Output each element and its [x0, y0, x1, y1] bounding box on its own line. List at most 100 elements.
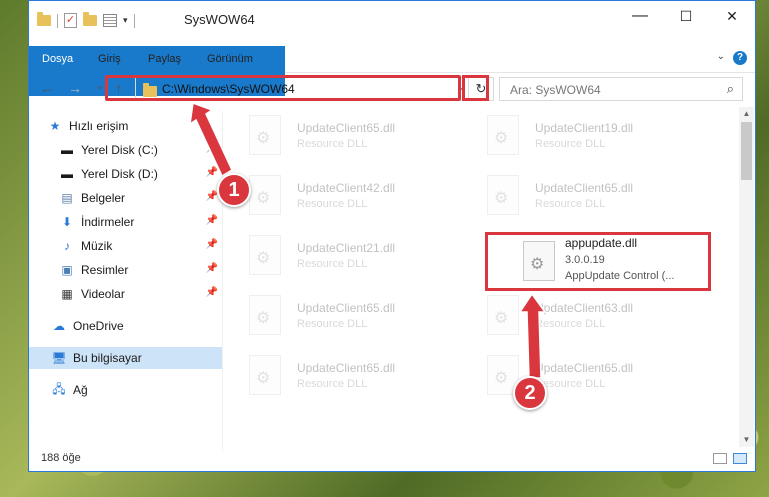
file-name: UpdateClient21.dll	[297, 241, 396, 255]
pin-icon[interactable]: 📌	[206, 143, 218, 154]
back-button[interactable]: ←	[40, 80, 54, 96]
sidebar-item-downloads[interactable]: ⬇ İndirmeler 📌	[59, 211, 222, 233]
up-button[interactable]: ↑	[115, 80, 122, 96]
file-description: Resource DLL	[297, 318, 368, 330]
file-item[interactable]: UpdateClient42.dll Resource DLL	[225, 171, 455, 221]
network-icon: 🖧	[52, 381, 66, 396]
pin-icon[interactable]: 📌	[206, 167, 218, 178]
file-description: Resource DLL	[535, 198, 606, 210]
sidebar-item-pictures[interactable]: ▣ Resimler 📌	[59, 259, 222, 281]
sidebar-item-label: İndirmeler	[81, 215, 135, 229]
tab-home[interactable]: Giriş	[86, 46, 133, 72]
cloud-icon: ☁	[53, 319, 65, 333]
pin-icon[interactable]: 📌	[206, 239, 218, 250]
quick-access-toolbar: ✓ ▾	[37, 12, 135, 28]
folder-icon	[143, 83, 157, 97]
window-title: SysWOW64	[184, 12, 255, 27]
file-name: UpdateClient63.dll	[535, 301, 634, 315]
address-bar[interactable]: C:\Windows\SysWOW64 ⌄ ↻	[135, 77, 494, 101]
close-button[interactable]: ✕	[709, 1, 755, 31]
file-name: UpdateClient65.dll	[535, 361, 634, 375]
window-controls: — ☐ ✕	[617, 1, 755, 31]
file-item[interactable]: UpdateClient65.dll Resource DLL	[225, 351, 455, 401]
recent-locations-chevron-icon[interactable]: ⌄	[95, 79, 104, 92]
file-list: UpdateClient65.dll Resource DLL UpdateCl…	[225, 107, 739, 447]
file-description: Resource DLL	[535, 138, 606, 150]
dll-file-icon	[487, 175, 519, 215]
search-icon[interactable]: ⌕	[727, 81, 734, 97]
pictures-icon: ▣	[61, 263, 73, 277]
file-description: AppUpdate Control (...	[565, 270, 675, 282]
minimize-button[interactable]: —	[617, 1, 663, 31]
file-name: UpdateClient65.dll	[297, 361, 396, 375]
help-icon[interactable]: ?	[733, 51, 747, 65]
sidebar-item-label: Yerel Disk (D:)	[81, 167, 158, 181]
sidebar-item-documents[interactable]: ▤ Belgeler 📌	[59, 187, 222, 209]
tab-share[interactable]: Paylaş	[136, 46, 193, 72]
documents-icon: ▤	[61, 191, 73, 205]
search-box[interactable]: Ara: SysWOW64 ⌕	[499, 77, 743, 101]
pin-icon[interactable]: 📌	[206, 191, 218, 202]
scroll-down-icon[interactable]: ▼	[739, 433, 754, 447]
customize-toolbar-chevron-icon[interactable]: ▾	[123, 15, 128, 26]
sidebar-item-onedrive[interactable]: ☁ OneDrive	[51, 315, 222, 337]
file-name: UpdateClient19.dll	[535, 121, 634, 135]
file-description: Resource DLL	[297, 258, 368, 270]
sidebar-item-this-pc[interactable]: 🖥 Bu bilgisayar	[29, 347, 222, 369]
file-item-appupdate[interactable]: appupdate.dll 3.0.0.19 AppUpdate Control…	[517, 235, 737, 285]
file-item[interactable]: UpdateClient21.dll Resource DLL	[225, 231, 455, 281]
refresh-icon[interactable]: ↻	[468, 78, 493, 100]
sidebar-item-quick-access[interactable]: ★ Hızlı erişim	[47, 115, 222, 137]
address-path[interactable]: C:\Windows\SysWOW64	[162, 82, 295, 96]
expand-ribbon-chevron-icon[interactable]: ⌄	[717, 51, 725, 62]
file-item[interactable]: UpdateClient65.dll Resource DLL	[225, 291, 455, 341]
file-explorer-window: ✓ ▾ SysWOW64 — ☐ ✕ Dosya Giriş Paylaş Gö…	[28, 0, 756, 472]
tiles-view-icon[interactable]	[733, 453, 747, 464]
tab-view[interactable]: Görünüm	[195, 46, 265, 72]
file-item[interactable]: UpdateClient65.dll Resource DLL	[225, 111, 455, 161]
file-name: UpdateClient65.dll	[535, 181, 634, 195]
file-description: Resource DLL	[535, 318, 606, 330]
file-item[interactable]: UpdateClient65.dll Resource DLL	[463, 171, 693, 221]
computer-icon: 🖥	[51, 351, 67, 365]
file-item[interactable]: UpdateClient65.dll Resource DLL	[463, 351, 693, 401]
sidebar-item-videos[interactable]: ▦ Videolar 📌	[59, 283, 222, 305]
sidebar-item-network[interactable]: 🖧 Ağ	[51, 379, 222, 401]
file-name: UpdateClient65.dll	[297, 121, 396, 135]
sidebar-item-music[interactable]: ♪ Müzik 📌	[59, 235, 222, 257]
rename-icon[interactable]	[103, 14, 117, 27]
sidebar-item-local-disk-c[interactable]: ▬ Yerel Disk (C:) 📌	[59, 139, 222, 161]
folder-icon	[37, 12, 51, 26]
pin-icon[interactable]: 📌	[206, 263, 218, 274]
navigation-pane: ★ Hızlı erişim ▬ Yerel Disk (C:) 📌 ▬ Yer…	[29, 111, 222, 451]
file-description: Resource DLL	[297, 198, 368, 210]
details-view-icon[interactable]	[713, 453, 727, 464]
sidebar-item-label: Hızlı erişim	[69, 119, 129, 133]
file-item[interactable]: UpdateClient19.dll Resource DLL	[463, 111, 693, 161]
dll-file-icon	[249, 115, 281, 155]
separator	[57, 13, 58, 28]
properties-check-icon[interactable]: ✓	[64, 13, 77, 28]
scroll-up-icon[interactable]: ▲	[739, 107, 754, 121]
address-history-chevron-icon[interactable]: ⌄	[457, 82, 465, 93]
pin-icon[interactable]: 📌	[206, 287, 218, 298]
step-1-badge: 1	[217, 173, 251, 207]
title-bar: ✓ ▾ SysWOW64 — ☐ ✕	[29, 1, 755, 39]
dll-file-icon	[523, 241, 555, 281]
pin-icon[interactable]: 📌	[206, 215, 218, 226]
sidebar-item-local-disk-d[interactable]: ▬ Yerel Disk (D:) 📌	[59, 163, 222, 185]
maximize-button[interactable]: ☐	[663, 1, 709, 31]
file-name: UpdateClient65.dll	[297, 301, 396, 315]
view-switcher	[713, 453, 747, 464]
item-count: 188 öğe	[41, 452, 81, 464]
vertical-scrollbar[interactable]: ▲ ▼	[739, 107, 754, 447]
scrollbar-thumb[interactable]	[741, 122, 752, 180]
file-name: appupdate.dll	[565, 236, 638, 250]
file-description: Resource DLL	[297, 138, 368, 150]
new-folder-icon[interactable]	[83, 12, 97, 26]
file-item[interactable]: UpdateClient63.dll Resource DLL	[463, 291, 693, 341]
forward-button[interactable]: →	[68, 80, 82, 96]
status-bar: 188 öğe	[29, 449, 755, 471]
dll-file-icon	[249, 175, 281, 215]
file-description: Resource DLL	[297, 378, 368, 390]
